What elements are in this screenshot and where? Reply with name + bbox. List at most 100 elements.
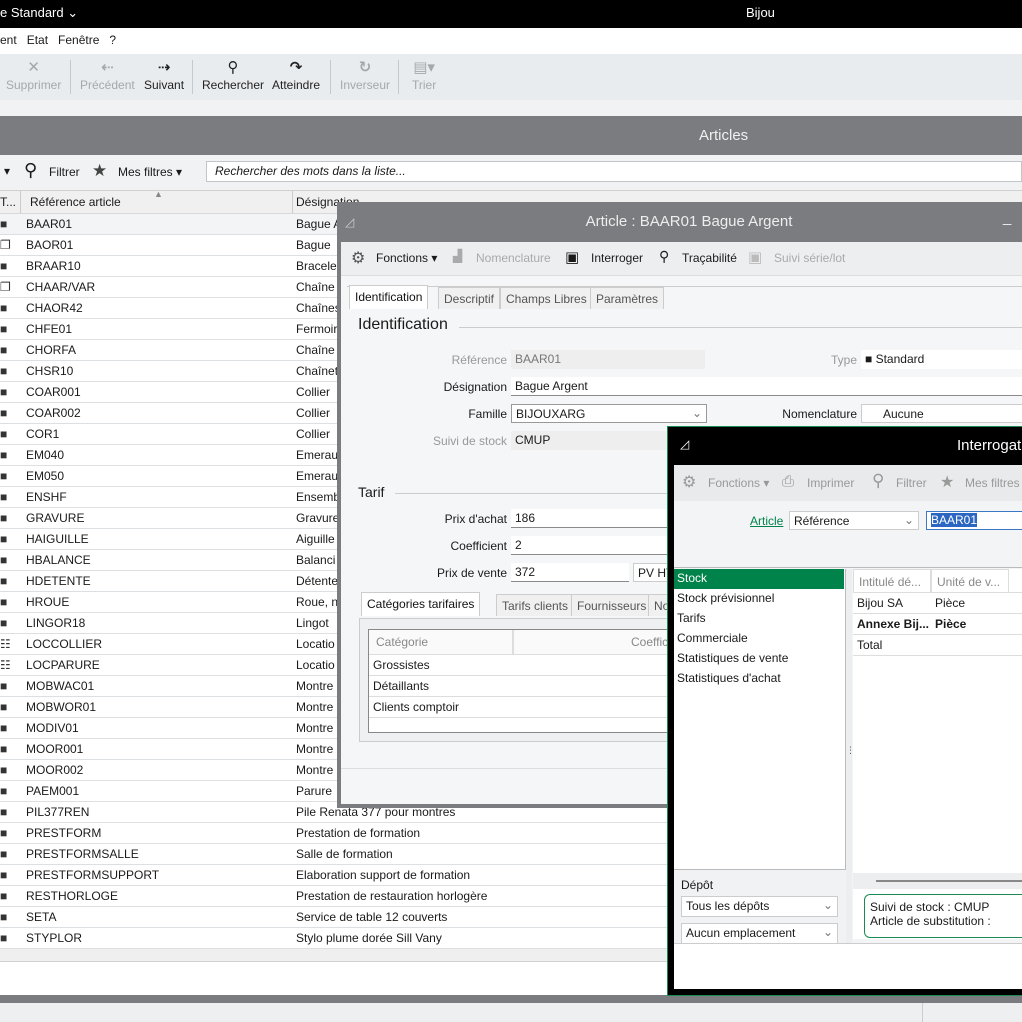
tab-descriptif[interactable]: Descriptif (438, 287, 501, 309)
designation-cell: Montre (296, 700, 334, 714)
menu-item-1[interactable]: Stock prévisionnel (674, 589, 844, 609)
inverter-button[interactable]: ↻ Inverseur (340, 58, 390, 92)
reference-cell: MOBWAC01 (26, 679, 95, 693)
my-filters-button[interactable]: Mes filtres ▾ (118, 165, 182, 179)
substitution-info: Article de substitution : (870, 914, 991, 928)
col-category[interactable]: Catégorie (376, 635, 428, 649)
filter-button[interactable]: Filtrer (49, 165, 80, 179)
functions-button[interactable]: Fonctions ▾ (708, 476, 769, 490)
menu-item-2[interactable]: Tarifs (674, 609, 844, 629)
designation-cell: Emerau (296, 448, 339, 462)
menu-item-5[interactable]: Statistiques d'achat (674, 669, 844, 689)
gear-icon: ⚙ (351, 250, 366, 267)
menu-bar: ent Etat Fenêtre? (0, 28, 1022, 54)
sale-price-field[interactable]: 372 (511, 563, 629, 582)
nomenclature-select[interactable]: Aucune (861, 404, 1022, 423)
designation-cell: Service de table 12 couverts (296, 910, 448, 924)
article-value-input[interactable]: BAAR01 (926, 511, 1022, 530)
goto-button[interactable]: ↷ Atteindre (272, 58, 320, 92)
table-row[interactable]: Annexe Bij... Pièce (853, 614, 1022, 635)
service-icon: ☷ (0, 658, 11, 672)
tab-suppliers[interactable]: Fournisseurs (571, 594, 653, 616)
tab-parametres[interactable]: Paramètres (590, 287, 665, 309)
article-link[interactable]: Article (750, 514, 783, 528)
depot-select[interactable]: Tous les dépôts ⌄ (681, 896, 838, 917)
designation-cell: Roue, n (296, 595, 339, 609)
menu-item-3[interactable]: Commerciale (674, 629, 844, 649)
horizontal-scrollbar[interactable] (853, 873, 1022, 889)
menu-item[interactable]: ent (0, 33, 17, 47)
col-depot[interactable]: Intitulé dé... (853, 569, 931, 593)
reference-cell: PRESTFORM (26, 826, 102, 840)
box-icon: ■ (0, 763, 8, 777)
reference-cell: MOBWOR01 (26, 700, 97, 714)
family-select[interactable]: BIJOUXARG ⌄ (511, 404, 707, 423)
reference-field: BAAR01 (511, 350, 705, 369)
functions-button[interactable]: Fonctions ▾ (376, 251, 437, 265)
location-select[interactable]: Aucun emplacement ⌄ (681, 923, 838, 944)
box-icon: ■ (0, 553, 8, 567)
arrow-right-icon: ⇢ (157, 59, 171, 76)
company-selector[interactable]: e Standard ⌄ (0, 5, 78, 21)
box-icon: ■ (0, 217, 8, 231)
menu-etat[interactable]: Etat (27, 33, 48, 47)
search-input[interactable]: Rechercher des mots dans la liste... (206, 161, 1022, 182)
stock-tracking-info: Suivi de stock : CMUP (870, 900, 990, 914)
reference-cell: COAR001 (26, 385, 81, 399)
box-icon: ■ (0, 490, 8, 504)
col-coefficient[interactable]: Coeffic (631, 635, 668, 649)
previous-button[interactable]: ⇠ Précédent (80, 58, 135, 92)
interrogation-titlebar[interactable]: ◿ Interrogat (674, 427, 1022, 465)
menu-item-4[interactable]: Statistiques de vente (674, 649, 844, 669)
box-icon: ■ (0, 679, 8, 693)
col-reference[interactable]: Référence article (30, 195, 121, 209)
interrogation-menu: Stock Stock prévisionnel Tarifs Commerciale… (674, 569, 846, 869)
menu-item-0[interactable]: Stock (674, 569, 844, 589)
query-button[interactable]: Interroger (591, 251, 643, 265)
criteria-select[interactable]: Référence ⌄ (789, 511, 919, 530)
filter-button[interactable]: Filtrer (896, 476, 927, 490)
nomenclature-button[interactable]: Nomenclature (476, 251, 551, 265)
section-tarif: Tarif (358, 484, 385, 500)
interrogation-toolbar: ⚙ Fonctions ▾ ⎙ Imprimer ⚲ Filtrer ★ Mes… (674, 465, 1022, 501)
splitter-handle[interactable]: ⋮ (846, 569, 855, 989)
delete-button[interactable]: ✕ Supprimer (6, 58, 61, 92)
unit-cell: Pièce (935, 596, 966, 610)
tab-champs-libres[interactable]: Champs Libres (500, 287, 593, 309)
cabinet-icon: ▣ (565, 249, 580, 266)
designation-field[interactable]: Bague Argent (511, 377, 1022, 396)
article-titlebar[interactable]: ◿ Article : BAAR01 Bague Argent _ (341, 202, 1022, 242)
sort-button[interactable]: ▤▾ Trier (412, 58, 436, 92)
box-icon: ■ (0, 364, 8, 378)
designation-cell: Locatio (296, 658, 335, 672)
col-unit[interactable]: Unité de v... (931, 569, 1009, 593)
tab-price-categories[interactable]: Catégories tarifaires (361, 592, 481, 616)
bom-icon: ▟ (453, 249, 463, 263)
traceability-button[interactable]: Traçabilité (682, 251, 737, 265)
table-row[interactable]: Bijou SA Pièce (853, 593, 1022, 614)
value: Aucun emplacement (686, 926, 796, 940)
menu-fenetre[interactable]: Fenêtre (58, 33, 99, 47)
col-type[interactable]: T... (0, 195, 16, 209)
serial-button[interactable]: Suivi série/lot (774, 251, 845, 265)
minimize-button[interactable]: _ (1003, 198, 1011, 238)
box-icon: ■ (0, 805, 8, 819)
selected-text: BAAR01 (931, 513, 978, 527)
table-row[interactable]: Total (853, 635, 1022, 656)
box-icon: ■ (0, 259, 8, 273)
chevron-down-icon[interactable]: ▾ (4, 164, 10, 178)
printer-icon: ⎙ (782, 473, 795, 490)
designation-cell: Collier (296, 427, 331, 441)
menu-help[interactable]: ? (109, 33, 116, 47)
value: Standard (875, 352, 925, 366)
designation-cell: Balanci (296, 553, 336, 567)
search-button[interactable]: ⚲ Rechercher (202, 58, 264, 92)
reference-cell: MOOR002 (26, 763, 84, 777)
my-filters-button[interactable]: Mes filtres (965, 476, 1020, 490)
print-button[interactable]: Imprimer (807, 476, 854, 490)
tab-identification[interactable]: Identification (349, 285, 429, 309)
box-icon: ■ (0, 784, 8, 798)
tab-client-prices[interactable]: Tarifs clients (496, 594, 575, 616)
next-button[interactable]: ⇢ Suivant (144, 58, 184, 92)
reference-cell: COAR002 (26, 406, 81, 420)
